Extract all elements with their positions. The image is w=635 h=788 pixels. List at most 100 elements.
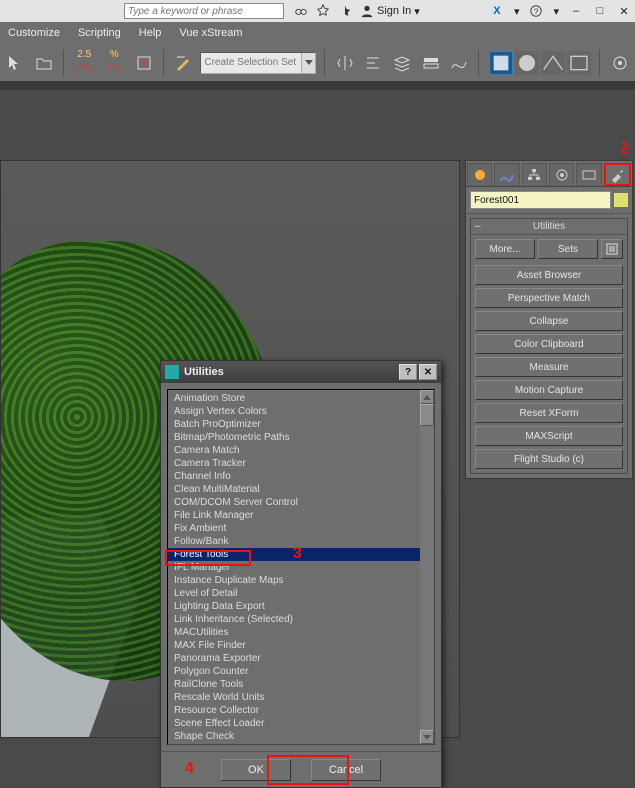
tab-utilities[interactable]: [604, 163, 631, 186]
utility-button-collapse[interactable]: Collapse: [475, 311, 623, 331]
render-frame-icon[interactable]: [567, 51, 591, 75]
list-item[interactable]: RailClone Tools: [168, 678, 434, 691]
dialog-close-button[interactable]: ✕: [419, 364, 437, 380]
keyword-search[interactable]: [124, 3, 284, 19]
align-icon[interactable]: [362, 51, 385, 75]
tab-create[interactable]: [467, 163, 492, 186]
menu-scripting[interactable]: Scripting: [78, 27, 121, 39]
workspace: 2 – Utilities More: [0, 90, 635, 738]
svg-text:?: ?: [534, 8, 539, 17]
angle-snap-icon[interactable]: [72, 60, 96, 76]
ok-button[interactable]: OK: [221, 759, 291, 781]
tab-hierarchy[interactable]: [522, 163, 547, 186]
list-item[interactable]: Level of Detail: [168, 587, 434, 600]
tab-modify[interactable]: [494, 163, 519, 186]
scroll-thumb[interactable]: [420, 404, 434, 426]
list-item[interactable]: Resource Collector: [168, 704, 434, 717]
list-item[interactable]: Assign Vertex Colors: [168, 405, 434, 418]
dialog-button-row: 4 OK Cancel: [161, 751, 441, 787]
list-item[interactable]: File Link Manager: [168, 509, 434, 522]
cancel-button[interactable]: Cancel: [311, 759, 381, 781]
annotation-3: 3: [293, 545, 302, 563]
selection-set-input[interactable]: [201, 57, 301, 68]
list-item[interactable]: SkinUtilities: [168, 743, 434, 745]
rollout-header[interactable]: – Utilities: [471, 219, 627, 235]
list-item[interactable]: Camera Tracker: [168, 457, 434, 470]
favorite-icon[interactable]: [338, 4, 352, 18]
tab-display[interactable]: [576, 163, 601, 186]
scrollbar[interactable]: [420, 390, 434, 744]
cursor-icon[interactable]: [4, 51, 27, 75]
list-item[interactable]: COM/DCOM Server Control: [168, 496, 434, 509]
command-panel: – Utilities More... Sets Asset Browser Pe…: [465, 160, 633, 479]
utility-button-flight-studio-c-[interactable]: Flight Studio (c): [475, 449, 623, 469]
object-name-input[interactable]: [470, 191, 611, 209]
ribbon-icon[interactable]: [419, 51, 442, 75]
schematic-view-icon[interactable]: [489, 51, 513, 75]
edit-named-sel-icon[interactable]: [172, 51, 195, 75]
list-item[interactable]: Channel Info: [168, 470, 434, 483]
material-editor-icon[interactable]: [515, 51, 539, 75]
scroll-up-button[interactable]: [420, 390, 434, 404]
mirror-icon[interactable]: [333, 51, 356, 75]
command-panel-tabs: [466, 161, 632, 187]
more-button[interactable]: More...: [475, 239, 535, 259]
open-icon[interactable]: [33, 51, 56, 75]
menu-customize[interactable]: Customize: [8, 27, 60, 39]
list-item[interactable]: Polygon Counter: [168, 665, 434, 678]
minimize-icon[interactable]: –: [569, 4, 583, 18]
list-item[interactable]: Clean MultiMaterial: [168, 483, 434, 496]
menu-vue[interactable]: Vue xStream: [179, 27, 242, 39]
list-item[interactable]: Rescale World Units: [168, 691, 434, 704]
binoculars-icon[interactable]: [294, 4, 308, 18]
utilities-listbox[interactable]: Animation StoreAssign Vertex ColorsBatch…: [167, 389, 435, 745]
list-item[interactable]: Batch ProOptimizer: [168, 418, 434, 431]
list-item[interactable]: Camera Match: [168, 444, 434, 457]
keyword-search-input[interactable]: [124, 3, 284, 19]
utility-button-perspective-match[interactable]: Perspective Match: [475, 288, 623, 308]
main-menu: Customize Scripting Help Vue xStream: [0, 22, 635, 44]
utility-button-color-clipboard[interactable]: Color Clipboard: [475, 334, 623, 354]
menu-help[interactable]: Help: [139, 27, 162, 39]
list-item[interactable]: Instance Duplicate Maps: [168, 574, 434, 587]
render-setup-icon[interactable]: [541, 51, 565, 75]
utilities-rollout: – Utilities More... Sets Asset Browser Pe…: [470, 218, 628, 474]
help-icon[interactable]: ?: [529, 4, 543, 18]
list-item[interactable]: Bitmap/Photometric Paths: [168, 431, 434, 444]
scroll-down-button[interactable]: [420, 730, 434, 744]
list-item[interactable]: Lighting Data Export: [168, 600, 434, 613]
list-item[interactable]: Scene Effect Loader: [168, 717, 434, 730]
list-item[interactable]: Link Inheritance (Selected): [168, 613, 434, 626]
utility-button-reset-xform[interactable]: Reset XForm: [475, 403, 623, 423]
tab-motion[interactable]: [549, 163, 574, 186]
object-color-swatch[interactable]: [614, 193, 628, 207]
restore-icon[interactable]: □: [593, 4, 607, 18]
list-item[interactable]: Shape Check: [168, 730, 434, 743]
sets-button[interactable]: Sets: [538, 239, 598, 259]
selection-set-dropdown[interactable]: [200, 52, 316, 74]
spinner-snap-icon[interactable]: [132, 51, 155, 75]
curve-editor-icon[interactable]: [448, 51, 471, 75]
list-item[interactable]: MACUtilities: [168, 626, 434, 639]
render-icon[interactable]: [608, 51, 631, 75]
layers-icon[interactable]: [391, 51, 414, 75]
dialog-help-button[interactable]: ?: [399, 364, 417, 380]
close-icon[interactable]: ✕: [617, 4, 631, 18]
sign-in[interactable]: Sign In ▾: [360, 4, 420, 18]
exchange-icon[interactable]: X: [490, 4, 504, 18]
sign-in-label: Sign In: [377, 5, 411, 17]
utility-button-measure[interactable]: Measure: [475, 357, 623, 377]
utility-button-motion-capture[interactable]: Motion Capture: [475, 380, 623, 400]
list-item[interactable]: MAX File Finder: [168, 639, 434, 652]
star-icon[interactable]: [316, 4, 330, 18]
utility-button-asset-browser[interactable]: Asset Browser: [475, 265, 623, 285]
list-item[interactable]: Panorama Exporter: [168, 652, 434, 665]
list-item[interactable]: Animation Store: [168, 392, 434, 405]
object-name-field: [466, 187, 632, 214]
utility-button-maxscript[interactable]: MAXScript: [475, 426, 623, 446]
configure-button[interactable]: [601, 239, 623, 259]
percent-snap-icon[interactable]: [102, 60, 126, 76]
dialog-titlebar[interactable]: Utilities ? ✕: [161, 361, 441, 383]
annotation-4: 4: [185, 760, 194, 778]
list-item[interactable]: Fix Ambient: [168, 522, 434, 535]
